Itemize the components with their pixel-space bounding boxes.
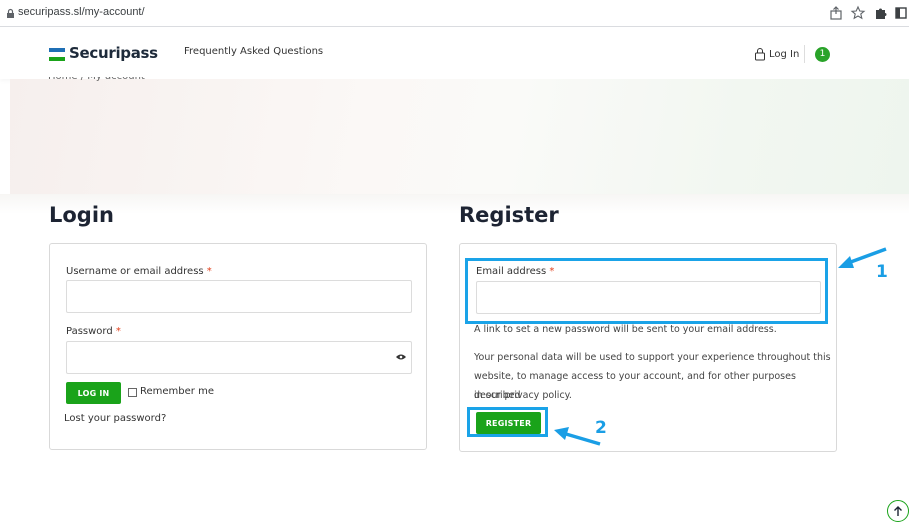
login-heading: Login	[49, 203, 114, 227]
scroll-to-top-button[interactable]	[887, 500, 909, 522]
login-form: Username or email address * Password * L…	[49, 243, 427, 450]
nav-link-faq[interactable]: Frequently Asked Questions	[184, 46, 323, 57]
username-input[interactable]	[66, 280, 412, 313]
logo-mark-icon	[49, 48, 65, 61]
remember-me-checkbox[interactable]	[128, 388, 137, 397]
remember-me-label[interactable]: Remember me	[140, 386, 214, 397]
extensions-puzzle-icon[interactable]	[873, 5, 889, 21]
logo-text: Securipass	[69, 44, 158, 62]
header-divider	[804, 45, 805, 63]
annotation-number-2: 2	[595, 418, 607, 438]
site-header: Securipass Frequently Asked Questions Lo…	[0, 27, 909, 79]
hero-fade	[0, 194, 909, 214]
bookmark-star-icon[interactable]	[850, 5, 866, 21]
lock-icon	[7, 8, 14, 18]
highlight-box-register	[467, 407, 548, 437]
share-icon[interactable]	[828, 5, 844, 21]
privacy-text-line-1: Your personal data will be used to suppo…	[474, 352, 831, 363]
annotation-number-1: 1	[876, 262, 888, 282]
password-input[interactable]	[66, 341, 412, 374]
cart-count-badge[interactable]: 1	[815, 47, 830, 62]
highlight-box-email	[465, 258, 828, 324]
password-label: Password *	[66, 326, 121, 337]
site-logo[interactable]: Securipass	[49, 44, 161, 64]
url-text[interactable]: securipass.sl/my-account/	[18, 6, 145, 18]
side-panel-icon[interactable]	[893, 5, 909, 21]
privacy-text-line-3: in our privacy policy.	[474, 390, 572, 401]
login-button[interactable]: LOG IN	[66, 382, 121, 404]
register-heading: Register	[459, 203, 559, 227]
browser-address-bar[interactable]: securipass.sl/my-account/	[0, 0, 909, 27]
lock-icon	[755, 48, 765, 61]
hero-banner	[10, 79, 909, 194]
login-label: Log In	[769, 49, 800, 60]
show-password-eye-icon[interactable]	[395, 353, 407, 361]
username-label: Username or email address *	[66, 266, 212, 277]
lost-password-link[interactable]: Lost your password?	[64, 413, 166, 424]
arrow-up-icon	[894, 506, 902, 516]
breadcrumb: Home / My account	[48, 77, 145, 83]
